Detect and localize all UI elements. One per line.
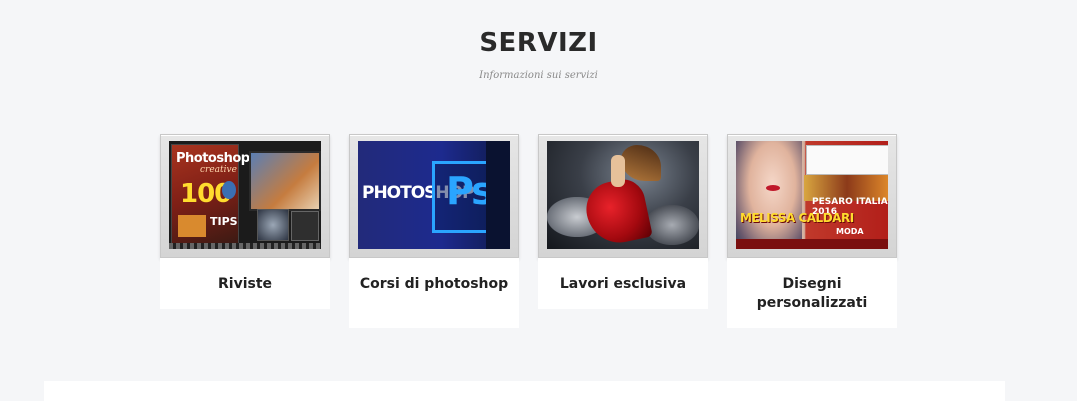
magazine-page (249, 151, 321, 211)
service-image-frame[interactable]: PESARO ITALIA 2016 MELISSA CALDARI MODA (727, 134, 897, 258)
service-label-box[interactable]: Riviste (160, 258, 330, 309)
wing-shape (621, 145, 661, 181)
riviste-image[interactable]: Photoshop creative 100 TIPS (169, 141, 321, 249)
poster-name: MELISSA CALDARI (740, 211, 854, 225)
poster-text-block (806, 145, 888, 175)
magazine-caption: TIPS (210, 215, 238, 228)
section-subtitle: Informazioni sui servizi (479, 70, 598, 81)
poster-footer (736, 239, 888, 249)
service-label[interactable]: Riviste (168, 275, 322, 294)
section-title: SERVIZI (479, 28, 598, 58)
magazine-page (257, 209, 289, 241)
service-card-riviste[interactable]: Photoshop creative 100 TIPS Riviste (160, 134, 330, 309)
cloud-shape (645, 205, 699, 245)
image-shadow (486, 141, 510, 249)
magazine-cover: Photoshop creative 100 TIPS (171, 144, 250, 246)
service-label[interactable]: Corsi di photoshop (357, 275, 511, 294)
photoshop-logo-text: Ps (446, 169, 494, 213)
magazine-graphic (222, 181, 236, 199)
disegni-personalizzati-image[interactable]: PESARO ITALIA 2016 MELISSA CALDARI MODA (736, 141, 888, 249)
magazine-graphic (178, 215, 206, 237)
service-label[interactable]: Lavori esclusiva (546, 275, 700, 294)
magazine-title: Photoshop (176, 151, 250, 166)
poster-tag: MODA (836, 227, 864, 236)
model-lips (766, 185, 780, 191)
model-face (736, 141, 802, 249)
service-card-corsi-photoshop[interactable]: PHOTOSHOP Ps Corsi di photoshop (349, 134, 519, 328)
magazine-subtitle: creative (200, 165, 237, 175)
service-card-disegni-personalizzati[interactable]: PESARO ITALIA 2016 MELISSA CALDARI MODA … (727, 134, 897, 328)
service-label-box[interactable]: Disegni personalizzati (727, 258, 897, 328)
service-image-frame[interactable]: PHOTOSHOP Ps (349, 134, 519, 258)
corsi-photoshop-image[interactable]: PHOTOSHOP Ps (358, 141, 510, 249)
service-label[interactable]: Disegni personalizzati (735, 275, 889, 313)
service-label-box[interactable]: Corsi di photoshop (349, 258, 519, 328)
lavori-esclusiva-image[interactable] (547, 141, 699, 249)
services-grid: Photoshop creative 100 TIPS Riviste PHOT… (160, 134, 900, 334)
magazine-page (291, 211, 319, 241)
next-section-panel (44, 381, 1005, 401)
service-card-lavori-esclusiva[interactable]: Lavori esclusiva (538, 134, 708, 309)
magazine-strip (169, 243, 321, 249)
service-label-box[interactable]: Lavori esclusiva (538, 258, 708, 309)
service-image-frame[interactable]: Photoshop creative 100 TIPS (160, 134, 330, 258)
figure-shape (611, 155, 625, 187)
service-image-frame[interactable] (538, 134, 708, 258)
